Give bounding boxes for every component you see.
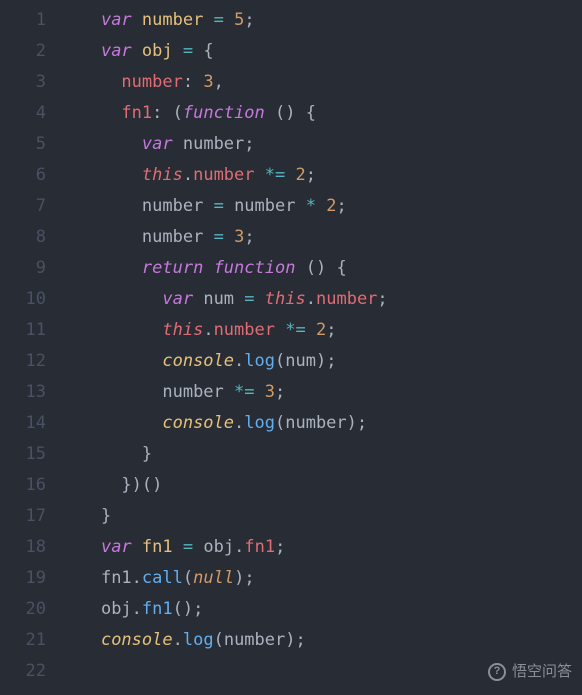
code-line[interactable]: fn1.call(null); <box>60 563 582 594</box>
watermark: ? 悟空问答 <box>488 656 572 687</box>
line-number: 11 <box>10 315 46 346</box>
line-number: 9 <box>10 253 46 284</box>
code-line[interactable]: var obj = { <box>60 36 582 67</box>
code-line[interactable]: })() <box>60 470 582 501</box>
method-log: log <box>244 351 275 371</box>
property: number <box>121 72 182 92</box>
identifier: number <box>142 10 203 30</box>
number-literal: 2 <box>316 320 326 340</box>
identifier: number <box>234 196 295 216</box>
property: fn1 <box>121 103 152 123</box>
code-line[interactable]: obj.fn1(); <box>60 594 582 625</box>
code-line[interactable]: number = 3; <box>60 222 582 253</box>
identifier: number <box>162 382 223 402</box>
line-number: 22 <box>10 656 46 687</box>
console-object: console <box>162 413 234 433</box>
code-line[interactable]: console.log(num); <box>60 346 582 377</box>
identifier: obj <box>101 599 132 619</box>
code-line[interactable]: var fn1 = obj.fn1; <box>60 532 582 563</box>
keyword-function: function <box>183 103 265 123</box>
code-editor[interactable]: 1 2 3 4 5 6 7 8 9 10 11 12 13 14 15 16 1… <box>0 0 582 695</box>
code-line[interactable]: var num = this.number; <box>60 284 582 315</box>
line-number: 2 <box>10 36 46 67</box>
code-line[interactable]: } <box>60 439 582 470</box>
line-number: 1 <box>10 5 46 36</box>
keyword-var: var <box>142 134 173 154</box>
code-line[interactable]: this.number *= 2; <box>60 315 582 346</box>
property: fn1 <box>244 537 275 557</box>
code-line[interactable]: console.log(number); <box>60 408 582 439</box>
property: number <box>193 165 254 185</box>
number-literal: 3 <box>203 72 213 92</box>
keyword-function: function <box>214 258 296 278</box>
line-number: 13 <box>10 377 46 408</box>
code-line[interactable]: } <box>60 501 582 532</box>
identifier: obj <box>142 41 173 61</box>
line-number-gutter: 1 2 3 4 5 6 7 8 9 10 11 12 13 14 15 16 1… <box>0 0 60 695</box>
identifier: num <box>203 289 234 309</box>
console-object: console <box>101 630 173 650</box>
line-number: 14 <box>10 408 46 439</box>
method-log: log <box>244 413 275 433</box>
line-number: 6 <box>10 160 46 191</box>
code-line[interactable]: fn1: (function () { <box>60 98 582 129</box>
method-log: log <box>183 630 214 650</box>
code-line[interactable]: var number = 5; <box>60 5 582 36</box>
number-literal: 2 <box>296 165 306 185</box>
identifier: number <box>142 227 203 247</box>
line-number: 20 <box>10 594 46 625</box>
code-line[interactable]: return function () { <box>60 253 582 284</box>
keyword-this: this <box>162 320 203 340</box>
keyword-return: return <box>142 258 203 278</box>
identifier: num <box>285 351 316 371</box>
identifier: number <box>285 413 346 433</box>
method: fn1 <box>142 599 173 619</box>
code-line[interactable]: this.number *= 2; <box>60 160 582 191</box>
number-literal: 3 <box>234 227 244 247</box>
keyword-var: var <box>162 289 193 309</box>
identifier: fn1 <box>142 537 173 557</box>
watermark-icon: ? <box>488 663 506 681</box>
line-number: 16 <box>10 470 46 501</box>
null-literal: null <box>193 568 234 588</box>
keyword-this: this <box>142 165 183 185</box>
code-line[interactable]: number = number * 2; <box>60 191 582 222</box>
line-number: 5 <box>10 129 46 160</box>
number-literal: 3 <box>265 382 275 402</box>
watermark-text: 悟空问答 <box>512 656 572 687</box>
code-line[interactable]: var number; <box>60 129 582 160</box>
line-number: 17 <box>10 501 46 532</box>
line-number: 21 <box>10 625 46 656</box>
keyword-var: var <box>101 10 132 30</box>
identifier: number <box>142 196 203 216</box>
line-number: 12 <box>10 346 46 377</box>
line-number: 3 <box>10 67 46 98</box>
number-literal: 2 <box>326 196 336 216</box>
keyword-var: var <box>101 41 132 61</box>
property: number <box>214 320 275 340</box>
code-line[interactable]: number: 3, <box>60 67 582 98</box>
line-number: 8 <box>10 222 46 253</box>
code-line[interactable]: number *= 3; <box>60 377 582 408</box>
line-number: 18 <box>10 532 46 563</box>
method-call: call <box>142 568 183 588</box>
line-number: 10 <box>10 284 46 315</box>
identifier: number <box>224 630 285 650</box>
property: number <box>316 289 377 309</box>
keyword-var: var <box>101 537 132 557</box>
line-number: 4 <box>10 98 46 129</box>
keyword-this: this <box>265 289 306 309</box>
identifier: number <box>183 134 244 154</box>
console-object: console <box>162 351 234 371</box>
code-content[interactable]: var number = 5; var obj = { number: 3, f… <box>60 0 582 695</box>
code-line[interactable]: console.log(number); <box>60 625 582 656</box>
line-number: 7 <box>10 191 46 222</box>
identifier: obj <box>203 537 234 557</box>
number-literal: 5 <box>234 10 244 30</box>
identifier: fn1 <box>101 568 132 588</box>
line-number: 15 <box>10 439 46 470</box>
line-number: 19 <box>10 563 46 594</box>
